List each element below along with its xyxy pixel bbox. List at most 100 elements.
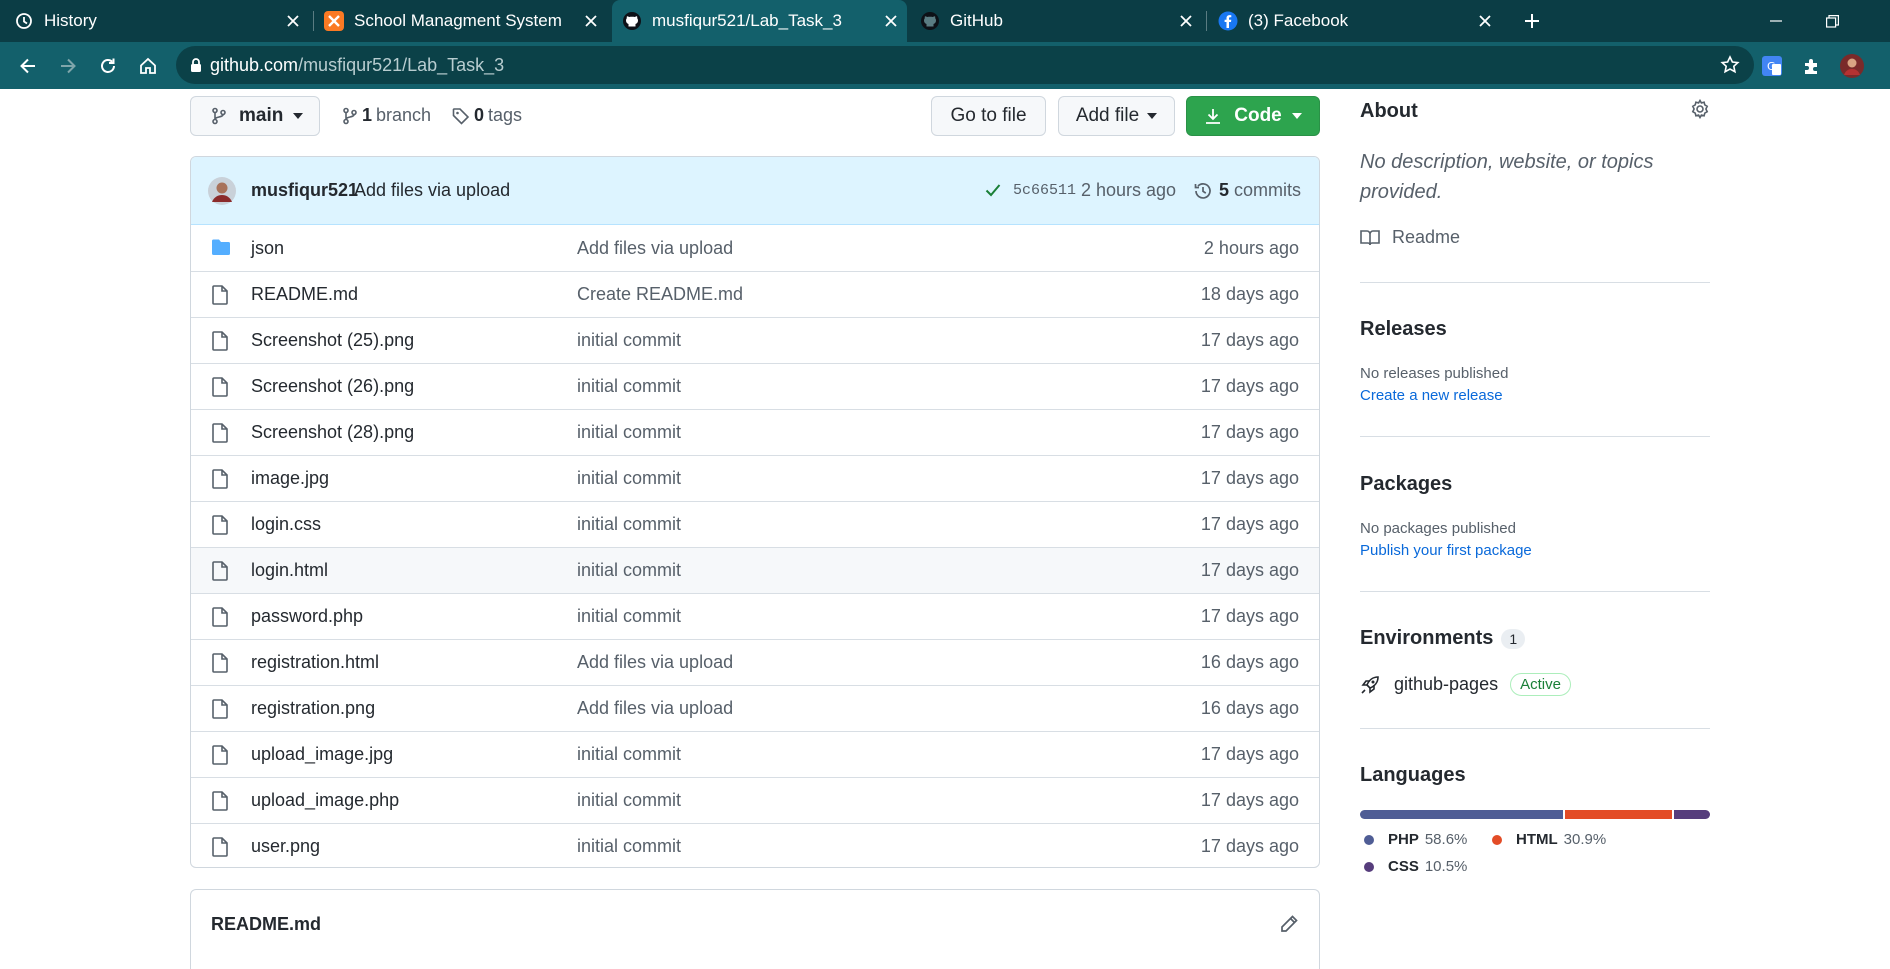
settings-gear-icon[interactable] — [1690, 99, 1710, 119]
branches-count: 1 — [362, 105, 373, 125]
reload-button[interactable] — [94, 52, 122, 80]
home-button[interactable] — [134, 52, 162, 80]
file-row[interactable]: Screenshot (25).png initial commit 17 days… — [191, 317, 1319, 363]
file-row[interactable]: user.png initial commit 17 days ago — [191, 823, 1319, 867]
file-navigation-box: musfiqur521 Add files via upload 5c66511… — [190, 156, 1320, 868]
file-name-link[interactable]: login.css — [251, 514, 321, 535]
file-name-link[interactable]: user.png — [251, 836, 320, 857]
tab-github[interactable]: GitHub — [920, 0, 1202, 42]
commit-hash[interactable]: 5c66511 — [1013, 182, 1076, 199]
new-tab-button[interactable] — [1520, 0, 1544, 42]
branch-select-button[interactable]: main — [190, 96, 320, 136]
tab-separator — [313, 11, 314, 31]
language-name: CSS — [1388, 858, 1419, 875]
create-release-link[interactable]: Create a new release — [1360, 387, 1503, 404]
google-translate-extension[interactable]: G — [1758, 52, 1786, 80]
file-name-link[interactable]: Screenshot (25).png — [251, 330, 414, 351]
file-row[interactable]: password.php initial commit 17 days ago — [191, 593, 1319, 639]
tab-facebook[interactable]: (3) Facebook — [1218, 0, 1501, 42]
commit-author[interactable]: musfiqur521 — [251, 180, 358, 201]
file-name-link[interactable]: image.jpg — [251, 468, 329, 489]
file-commit-message-link[interactable]: Add files via upload — [577, 698, 733, 719]
file-commit-message-link[interactable]: Add files via upload — [577, 238, 733, 259]
file-name-link[interactable]: password.php — [251, 606, 363, 627]
tags-link[interactable]: 0 tags — [452, 105, 522, 126]
releases-heading[interactable]: Releases — [1360, 318, 1447, 341]
file-row[interactable]: registration.png Add files via upload 16 d… — [191, 685, 1319, 731]
restore-window-button[interactable] — [1816, 0, 1848, 42]
file-row[interactable]: upload_image.php initial commit 17 days ag… — [191, 777, 1319, 823]
back-button[interactable] — [14, 52, 42, 80]
environment-item[interactable]: github-pages Active — [1360, 673, 1571, 696]
arrow-right-icon — [61, 58, 76, 74]
languages-list: PHP 58.6% HTML 30.9% CSS 10.5% — [1360, 831, 1710, 891]
file-commit-message-link[interactable]: initial commit — [577, 560, 681, 581]
file-row[interactable]: image.jpg initial commit 17 days ago — [191, 455, 1319, 501]
minimize-window-button[interactable] — [1760, 0, 1792, 42]
file-commit-message-link[interactable]: initial commit — [577, 468, 681, 489]
file-name-link[interactable]: json — [251, 238, 284, 259]
address-bar[interactable]: github.com/musfiqur521/Lab_Task_3 — [176, 46, 1754, 84]
file-name-link[interactable]: upload_image.php — [251, 790, 399, 811]
file-row[interactable]: login.html initial commit 17 days ago — [191, 547, 1319, 593]
add-file-button[interactable]: Add file — [1058, 96, 1175, 136]
language-item[interactable]: HTML 30.9% — [1492, 831, 1606, 848]
profile-avatar[interactable] — [1838, 52, 1866, 80]
file-commit-message-link[interactable]: initial commit — [577, 514, 681, 535]
file-icon — [211, 791, 231, 811]
close-tab-icon[interactable] — [1475, 11, 1495, 31]
file-name-link[interactable]: Screenshot (26).png — [251, 376, 414, 397]
go-to-file-button[interactable]: Go to file — [931, 96, 1046, 136]
packages-heading[interactable]: Packages — [1360, 473, 1452, 496]
file-row[interactable]: upload_image.jpg initial commit 17 days ag… — [191, 731, 1319, 777]
file-commit-message-link[interactable]: initial commit — [577, 422, 681, 443]
tab-school-managment-system[interactable]: School Managment System — [324, 0, 607, 42]
readme-link[interactable]: Readme — [1360, 227, 1460, 248]
arrow-left-icon — [20, 58, 35, 74]
sidebar-divider — [1360, 282, 1710, 283]
environments-header[interactable]: Environments 1 — [1360, 627, 1526, 650]
file-row[interactable]: registration.html Add files via upload 16 … — [191, 639, 1319, 685]
branches-link[interactable]: 1 branch — [342, 105, 431, 126]
commits-history-link[interactable]: 5 commits — [1193, 180, 1301, 201]
file-name-link[interactable]: README.md — [251, 284, 358, 305]
extensions-button[interactable] — [1798, 52, 1826, 80]
close-tab-icon[interactable] — [1176, 11, 1196, 31]
tab-history[interactable]: History — [14, 0, 309, 42]
reload-icon — [101, 58, 115, 73]
file-name-link[interactable]: registration.html — [251, 652, 379, 673]
file-commit-message-link[interactable]: initial commit — [577, 744, 681, 765]
file-commit-message-link[interactable]: initial commit — [577, 330, 681, 351]
file-name-link[interactable]: login.html — [251, 560, 328, 581]
file-commit-message-link[interactable]: initial commit — [577, 790, 681, 811]
file-row[interactable]: json Add files via upload 2 hours ago — [191, 225, 1319, 271]
file-row[interactable]: README.md Create README.md 18 days ago — [191, 271, 1319, 317]
file-icon — [211, 653, 231, 673]
file-row[interactable]: login.css initial commit 17 days ago — [191, 501, 1319, 547]
language-item[interactable]: PHP 58.6% — [1364, 831, 1467, 848]
publish-package-link[interactable]: Publish your first package — [1360, 542, 1532, 559]
bookmark-star-icon[interactable] — [1720, 55, 1740, 75]
file-commit-message-link[interactable]: initial commit — [577, 606, 681, 627]
close-tab-icon[interactable] — [283, 11, 303, 31]
file-commit-message-link[interactable]: initial commit — [577, 376, 681, 397]
file-commit-message-link[interactable]: Add files via upload — [577, 652, 733, 673]
close-tab-icon[interactable] — [581, 11, 601, 31]
close-tab-icon[interactable] — [881, 11, 901, 31]
file-row[interactable]: Screenshot (28).png initial commit 17 days… — [191, 409, 1319, 455]
code-button[interactable]: Code — [1186, 96, 1320, 136]
file-commit-message-link[interactable]: initial commit — [577, 836, 681, 857]
forward-button[interactable] — [54, 52, 82, 80]
commit-message[interactable]: Add files via upload — [354, 180, 510, 201]
author-avatar[interactable] — [207, 176, 237, 206]
latest-commit-bar: musfiqur521 Add files via upload 5c66511… — [191, 157, 1319, 225]
tab-title: School Managment System — [354, 11, 562, 30]
language-item[interactable]: CSS 10.5% — [1364, 858, 1467, 875]
file-name-link[interactable]: registration.png — [251, 698, 375, 719]
file-name-link[interactable]: Screenshot (28).png — [251, 422, 414, 443]
file-commit-message-link[interactable]: Create README.md — [577, 284, 743, 305]
file-name-link[interactable]: upload_image.jpg — [251, 744, 393, 765]
file-row[interactable]: Screenshot (26).png initial commit 17 days… — [191, 363, 1319, 409]
edit-readme-pencil-icon[interactable] — [1279, 914, 1299, 934]
tab-lab-task-3[interactable]: musfiqur521/Lab_Task_3 — [612, 0, 907, 42]
